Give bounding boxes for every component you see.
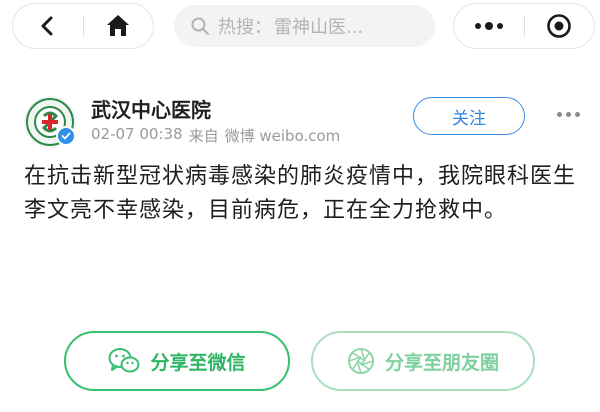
post-more-button[interactable]	[557, 112, 580, 117]
menu-button[interactable]	[454, 4, 524, 48]
author-name[interactable]: 武汉中心医院	[91, 94, 211, 123]
home-icon	[107, 15, 130, 36]
moments-aperture-icon	[347, 348, 374, 374]
post-meta: 02-07 00:38 来自 微博 weibo.com	[91, 125, 340, 146]
more-dot	[566, 112, 571, 117]
search-hot-term: 雷神山医...	[274, 17, 364, 38]
post-text: 在抗击新型冠状病毒感染的肺炎疫情中，我院眼科医生李文亮不幸感染，目前病危，正在全…	[24, 164, 577, 223]
more-dot	[557, 112, 562, 117]
nav-right-group	[453, 3, 595, 49]
home-button[interactable]	[84, 4, 154, 48]
post-date: 02-07 00:38	[91, 125, 183, 143]
share-wechat-label: 分享至微信	[150, 351, 246, 374]
follow-button[interactable]: 关注	[413, 97, 525, 135]
more-dot	[575, 112, 580, 117]
back-button[interactable]	[13, 4, 83, 48]
search-hot-label: 热搜：	[218, 17, 272, 38]
more-dots-icon	[474, 22, 503, 30]
share-wechat-button[interactable]: 分享至微信	[64, 331, 290, 391]
search-icon	[191, 17, 209, 35]
top-bar: 热搜： 雷神山医...	[0, 0, 600, 56]
wechat-icon	[108, 348, 140, 373]
post-source-prefix: 来自	[188, 127, 219, 145]
share-moments-button[interactable]: 分享至朋友圈	[311, 331, 535, 391]
share-moments-label: 分享至朋友圈	[384, 351, 499, 374]
target-close-icon	[547, 14, 572, 38]
verified-badge-icon	[56, 126, 76, 146]
nav-left-group	[12, 3, 154, 49]
close-miniprogram-button[interactable]	[525, 4, 595, 48]
chevron-left-icon	[41, 16, 53, 36]
post-source: 微博 weibo.com	[224, 127, 341, 145]
search-bar[interactable]: 热搜： 雷神山医...	[174, 5, 435, 47]
